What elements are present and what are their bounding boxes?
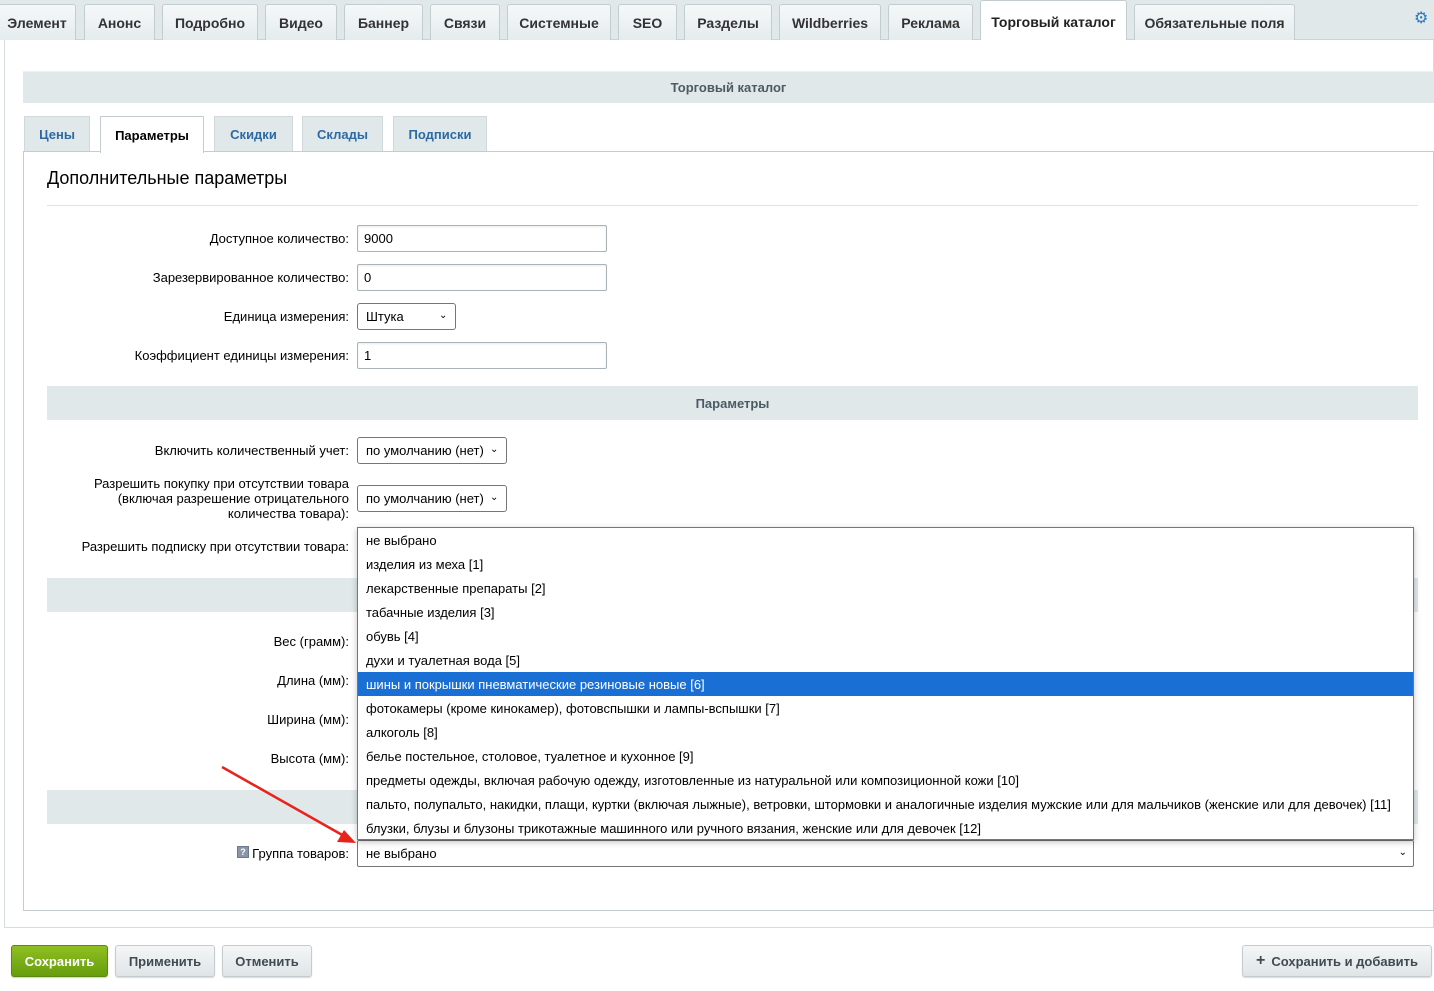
tab-label: Цены: [39, 126, 75, 142]
dropdown-option[interactable]: обувь [4]: [358, 624, 1413, 648]
tab-ads[interactable]: Реклама: [888, 4, 973, 40]
subscribe-label: Разрешить подписку при отсутствии товара…: [81, 539, 349, 554]
tab-wildberries[interactable]: Wildberries: [779, 4, 881, 40]
label-line: (включая разрешение отрицательного: [117, 491, 349, 506]
tab-links[interactable]: Связи: [430, 4, 500, 40]
tab-label: Подписки: [408, 126, 472, 142]
select-value: по умолчанию (нет): [366, 443, 484, 458]
tab-label: Связи: [443, 14, 487, 31]
catalog-header: Торговый каталог: [23, 71, 1434, 103]
unit-label: Единица измерения:: [223, 309, 349, 324]
tab-prices[interactable]: Цены: [24, 116, 90, 151]
tab-label: Wildberries: [791, 14, 869, 31]
chevron-down-icon: ⌄: [490, 444, 499, 455]
chevron-down-icon: ⌄: [1398, 847, 1407, 858]
dropdown-option[interactable]: духи и туалетная вода [5]: [358, 648, 1413, 672]
tab-label: Параметры: [115, 127, 189, 143]
section-title: Дополнительные параметры: [47, 168, 288, 188]
button-label: Отменить: [235, 953, 299, 969]
select-value: не выбрано: [366, 846, 437, 861]
plus-icon: +: [1256, 952, 1266, 969]
length-label: Длина (мм):: [277, 673, 349, 688]
height-label: Высота (мм):: [270, 751, 349, 766]
tab-label: Элемент: [7, 14, 67, 31]
dropdown-option[interactable]: изделия из меха [1]: [358, 552, 1413, 576]
reserved-qty-input[interactable]: 0: [357, 264, 607, 291]
can-buy-zero-select[interactable]: по умолчанию (нет) ⌄: [357, 485, 507, 512]
tab-label: Скидки: [230, 126, 277, 142]
tab-label: Видео: [279, 14, 323, 31]
tab-trade-catalog[interactable]: Торговый каталог: [980, 0, 1127, 41]
tab-label: Анонс: [97, 14, 142, 31]
tab-label: Склады: [317, 126, 368, 142]
tab-element[interactable]: Элемент: [0, 4, 76, 40]
qty-trace-label: Включить количественный учет:: [154, 443, 349, 458]
label-line: Разрешить покупку при отсутствии товара: [93, 476, 349, 491]
save-button[interactable]: Сохранить: [11, 945, 108, 977]
tab-label: Системные: [519, 14, 599, 31]
input-value: 9000: [364, 231, 393, 246]
tab-label: Подробно: [174, 14, 246, 31]
button-label: Применить: [128, 953, 202, 969]
button-label: Сохранить: [24, 953, 95, 969]
can-buy-zero-label: Разрешить покупку при отсутствии товара …: [94, 476, 349, 521]
dropdown-option[interactable]: лекарственные препараты [2]: [358, 576, 1413, 600]
reserved-qty-label: Зарезервированное количество:: [152, 270, 349, 285]
qty-trace-select[interactable]: по умолчанию (нет) ⌄: [357, 437, 507, 464]
dropdown-option[interactable]: алкоголь [8]: [358, 720, 1413, 744]
product-group-select[interactable]: не выбрано ⌄: [357, 840, 1414, 867]
weight-label: Вес (грамм):: [273, 634, 349, 649]
select-value: по умолчанию (нет): [366, 491, 484, 506]
unit-ratio-label: Коэффициент единицы измерения:: [134, 348, 349, 363]
chevron-down-icon: ⌄: [439, 310, 448, 321]
dropdown-option[interactable]: белье постельное, столовое, туалетное и …: [358, 744, 1413, 768]
tab-subscriptions[interactable]: Подписки: [393, 116, 487, 151]
product-group-label: Группа товаров:: [252, 846, 349, 861]
gear-icon[interactable]: ⚙: [1414, 11, 1430, 27]
dropdown-option-highlighted[interactable]: шины и покрышки пневматические резиновые…: [358, 672, 1413, 696]
tab-banner[interactable]: Баннер: [344, 4, 423, 40]
cancel-button[interactable]: Отменить: [222, 945, 312, 977]
tab-parameters[interactable]: Параметры: [100, 116, 204, 153]
tab-system[interactable]: Системные: [507, 4, 611, 40]
unit-ratio-input[interactable]: 1: [357, 342, 607, 369]
dropdown-option[interactable]: предметы одежды, включая рабочую одежду,…: [358, 768, 1413, 792]
top-tab-bar: Элемент Анонс Подробно Видео Баннер Связ…: [0, 0, 1434, 41]
dropdown-option[interactable]: фотокамеры (кроме кинокамер), фотовспышк…: [358, 696, 1413, 720]
tab-label: Реклама: [901, 14, 960, 31]
input-value: 1: [364, 348, 372, 363]
tab-sections[interactable]: Разделы: [684, 4, 772, 40]
tab-seo[interactable]: SEO: [618, 4, 677, 40]
tab-video[interactable]: Видео: [265, 4, 337, 40]
dropdown-option[interactable]: табачные изделия [3]: [358, 600, 1413, 624]
tab-label: Разделы: [697, 14, 759, 31]
tab-anons[interactable]: Анонс: [84, 4, 155, 40]
dropdown-option[interactable]: не выбрано: [358, 528, 1413, 552]
tab-label: Торговый каталог: [991, 14, 1116, 30]
input-value: 0: [364, 270, 372, 285]
section-divider: [47, 205, 1418, 206]
width-label: Ширина (мм):: [267, 712, 349, 727]
params-band: Параметры: [47, 386, 1418, 420]
help-icon[interactable]: ?: [237, 846, 249, 858]
tab-stores[interactable]: Склады: [302, 116, 383, 151]
save-and-add-button[interactable]: + Сохранить и добавить: [1242, 945, 1432, 977]
product-group-dropdown: не выбрано изделия из меха [1] лекарстве…: [357, 527, 1414, 840]
tab-discounts[interactable]: Скидки: [214, 116, 293, 151]
tab-label: Обязательные поля: [1144, 14, 1285, 31]
dropdown-option[interactable]: пальто, полупальто, накидки, плащи, курт…: [358, 792, 1413, 816]
apply-button[interactable]: Применить: [115, 945, 215, 977]
available-qty-input[interactable]: 9000: [357, 225, 607, 252]
tab-required-fields[interactable]: Обязательные поля: [1134, 4, 1295, 40]
tab-label: SEO: [632, 14, 663, 31]
unit-select[interactable]: Штука ⌄: [357, 303, 456, 330]
chevron-down-icon: ⌄: [490, 492, 499, 503]
button-label: Сохранить и добавить: [1271, 953, 1418, 969]
select-value: Штука: [366, 309, 404, 324]
tab-label: Баннер: [357, 14, 410, 31]
tab-detail[interactable]: Подробно: [162, 4, 258, 40]
dropdown-option[interactable]: блузки, блузы и блузоны трикотажные маши…: [358, 816, 1413, 840]
available-qty-label: Доступное количество:: [209, 231, 349, 246]
label-line: количества товара):: [227, 506, 349, 521]
